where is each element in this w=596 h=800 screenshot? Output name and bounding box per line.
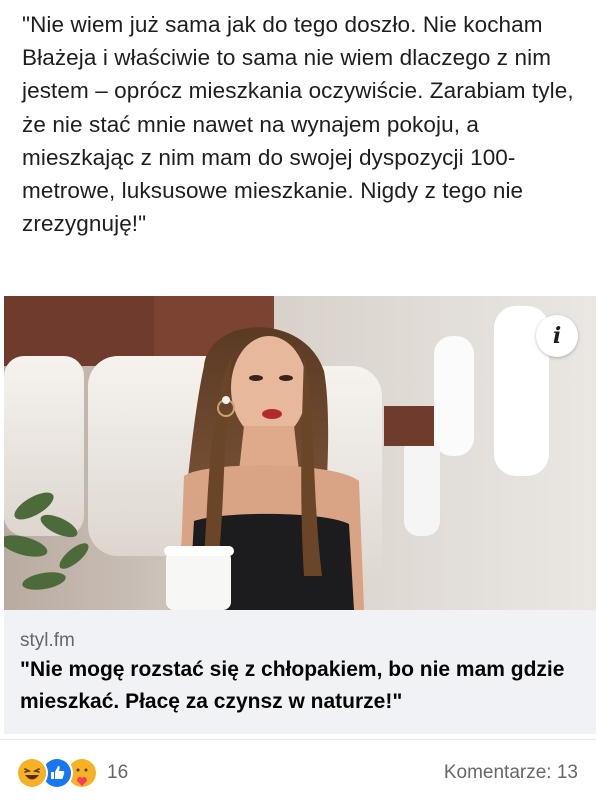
info-icon: i bbox=[552, 323, 562, 349]
post-text: "Nie wiem już sama jak do tego doszło. N… bbox=[22, 12, 574, 237]
info-button[interactable]: i bbox=[536, 315, 578, 357]
link-domain: styl.fm bbox=[20, 630, 75, 651]
reaction-count: 16 bbox=[107, 762, 129, 783]
link-preview-card[interactable]: i styl.fm "Nie mogę rozstać się z chłopa… bbox=[4, 296, 596, 734]
haha-icon bbox=[16, 757, 48, 789]
comments-count[interactable]: Komentarze: 13 bbox=[444, 762, 578, 784]
reactions-summary[interactable]: 16 bbox=[16, 757, 129, 789]
article-image[interactable]: i bbox=[4, 296, 596, 610]
link-headline[interactable]: "Nie mogę rozstać się z chłopakiem, bo n… bbox=[20, 654, 580, 718]
divider bbox=[0, 739, 596, 740]
facebook-post: "Nie wiem już sama jak do tego doszło. N… bbox=[0, 0, 596, 800]
